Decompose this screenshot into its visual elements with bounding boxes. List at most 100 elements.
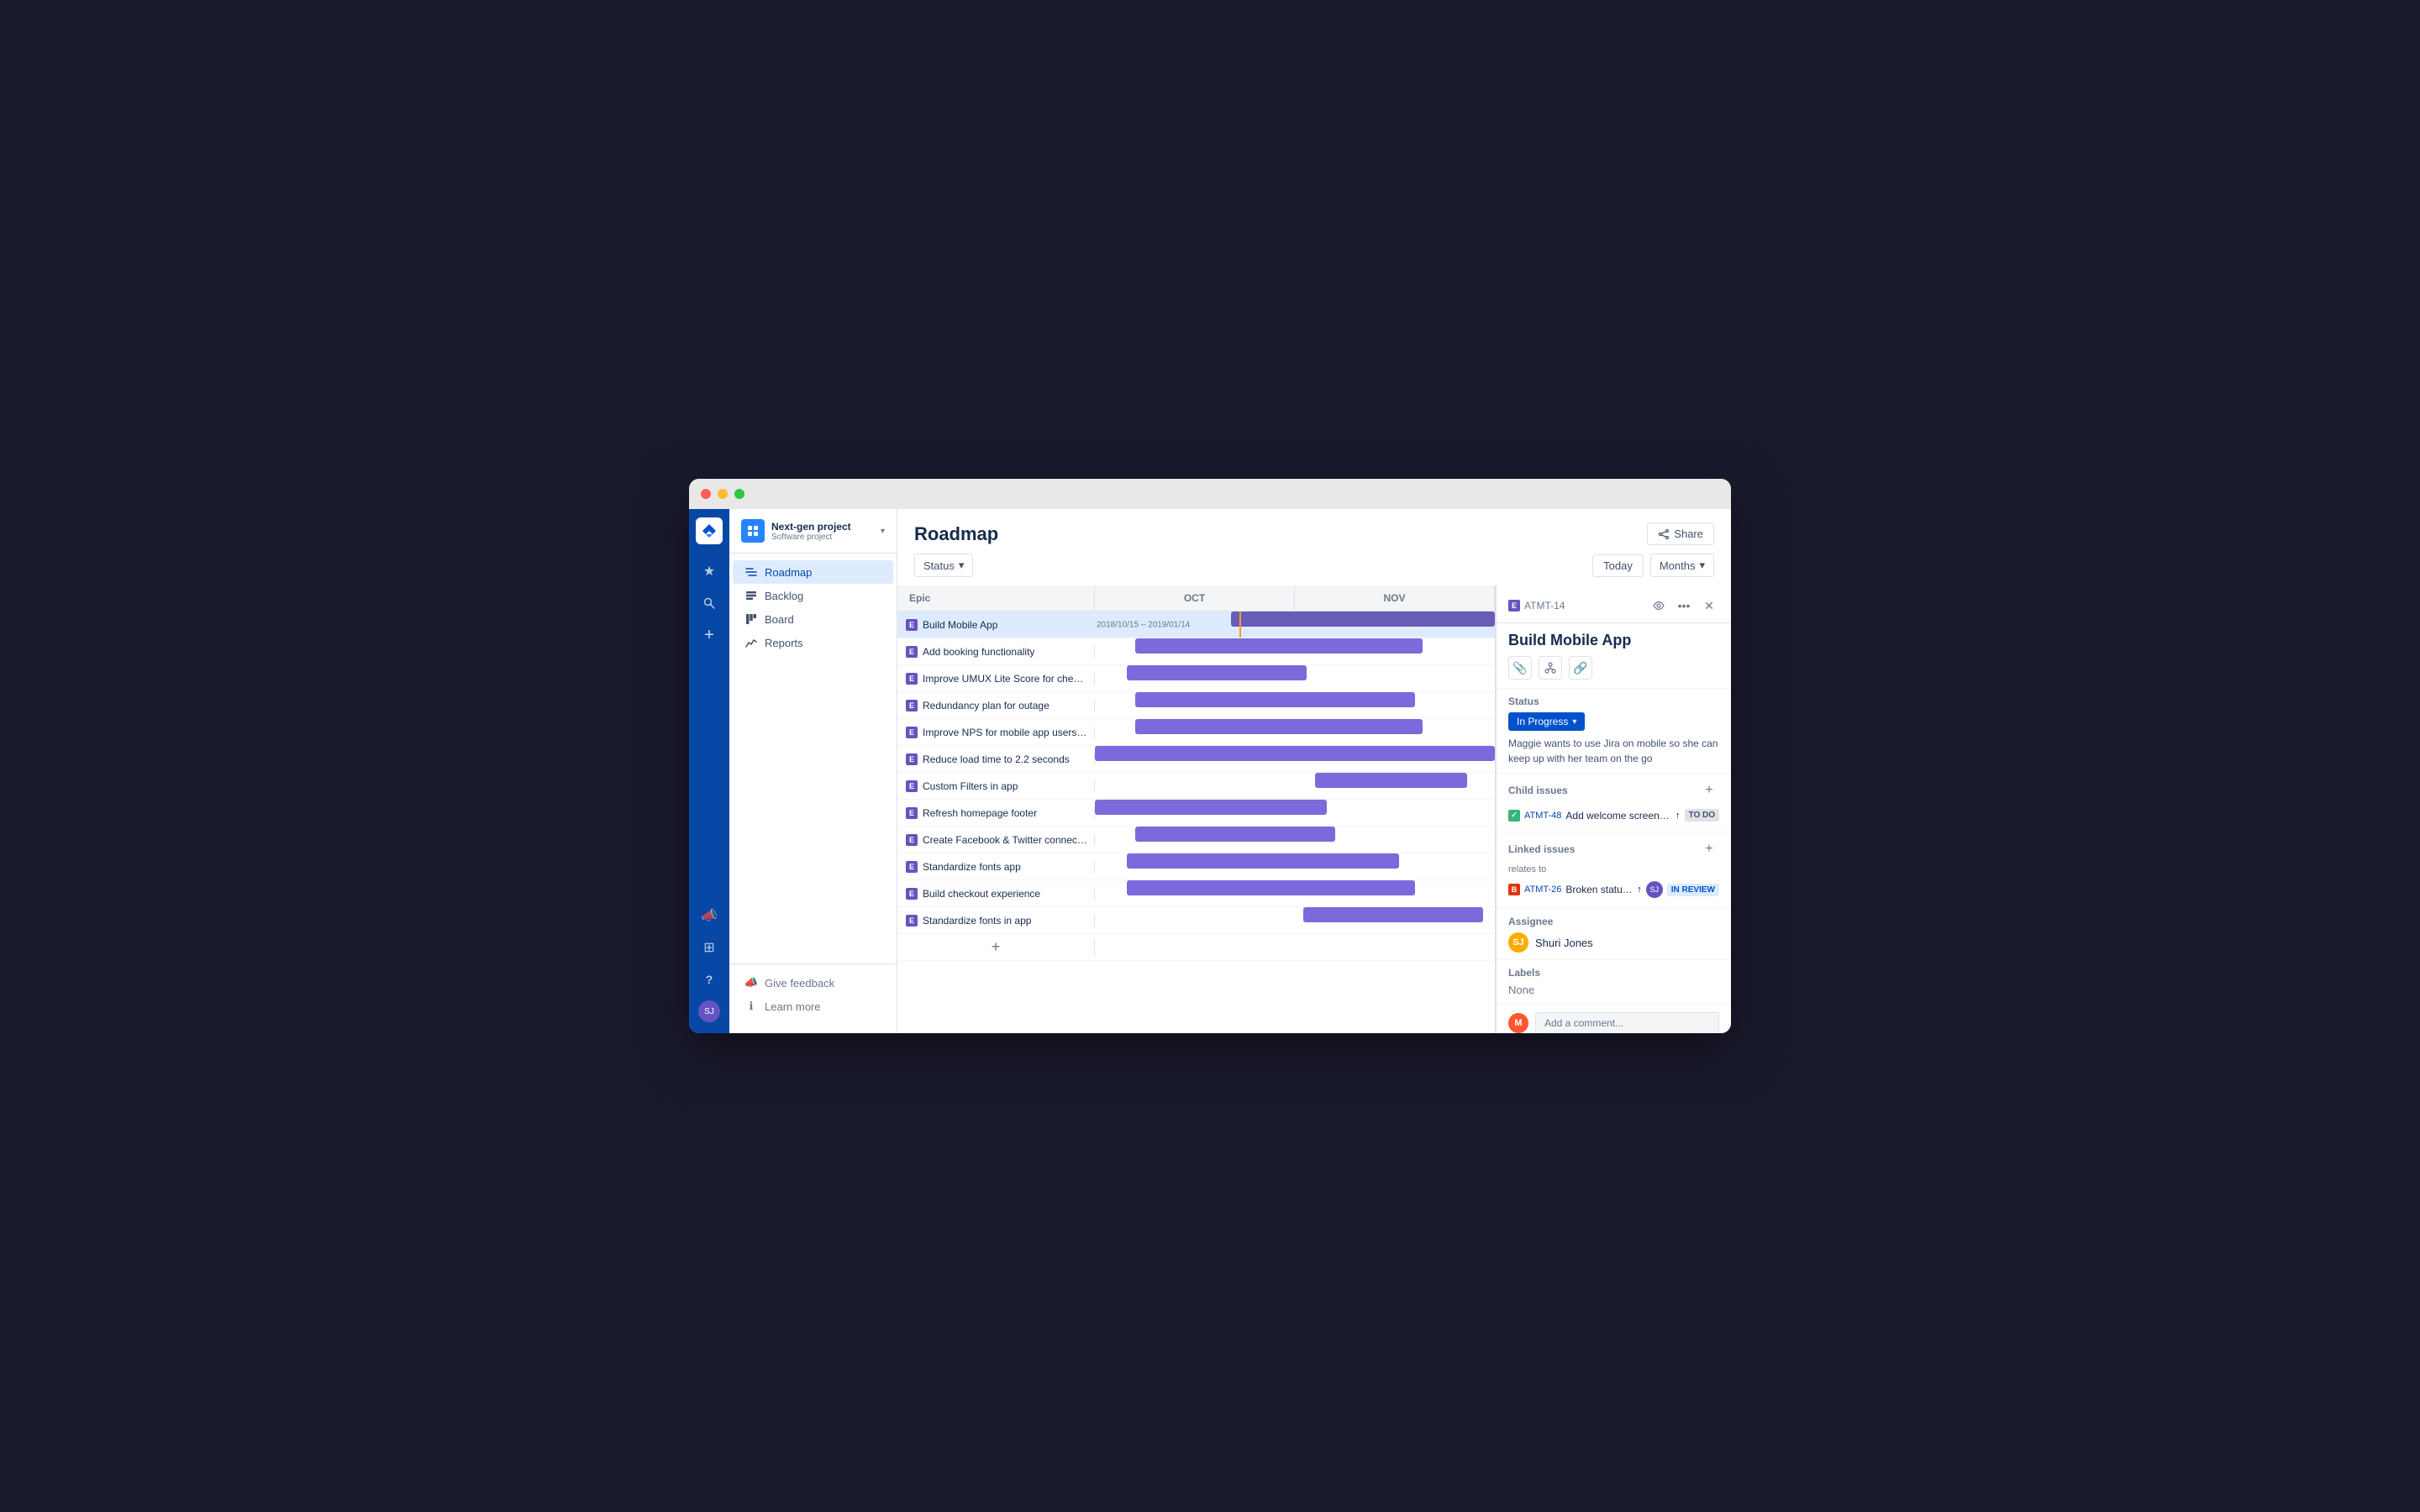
child-create-button[interactable] — [1539, 656, 1562, 680]
gantt-bar[interactable] — [1095, 800, 1327, 815]
more-button[interactable]: ••• — [1674, 596, 1694, 616]
app-logo[interactable] — [696, 517, 723, 544]
add-epic-button[interactable]: + — [987, 939, 1004, 956]
gantt-header: Epic OCT NOV — [897, 585, 1495, 612]
gantt-bar[interactable] — [1315, 773, 1467, 788]
gantt-row[interactable]: ECreate Facebook & Twitter connector — [897, 827, 1495, 853]
linked-issue-item[interactable]: B ATMT-26 Broken status ind... ↑ SJ IN R… — [1508, 878, 1719, 901]
gantt-row[interactable]: EAdd booking functionality — [897, 638, 1495, 665]
sidebar-item-backlog[interactable]: Backlog — [733, 584, 893, 607]
project-type: Software project — [771, 533, 874, 542]
sidebar-item-reports[interactable]: Reports — [733, 631, 893, 654]
toolbar: Status ▾ Today Months ▾ — [897, 545, 1731, 585]
gantt-bar[interactable] — [1135, 719, 1423, 734]
gantt-bar[interactable] — [1127, 853, 1399, 869]
epic-cell[interactable]: EImprove UMUX Lite Score for checko... — [897, 673, 1095, 685]
gantt-bar[interactable] — [1135, 692, 1415, 707]
gantt-bar[interactable] — [1231, 612, 1495, 627]
sidebar-item-feedback[interactable]: 📣 Give feedback — [733, 971, 893, 995]
add-link-button[interactable]: + — [1699, 839, 1719, 859]
epic-cell[interactable]: EBuild checkout experience — [897, 888, 1095, 900]
search-icon[interactable] — [696, 590, 723, 617]
project-header[interactable]: Next-gen project Software project ▾ — [729, 509, 897, 554]
gantt-bar[interactable] — [1303, 907, 1483, 922]
comment-input[interactable]: Add a comment... — [1535, 1012, 1719, 1033]
epic-cell[interactable]: E Standardize fonts in app — [897, 915, 1095, 927]
gantt-row[interactable]: EImprove NPS for mobile app users by ... — [897, 719, 1495, 746]
epic-label: Refresh homepage footer — [923, 807, 1037, 819]
maximize-button[interactable] — [734, 489, 744, 499]
gantt-bar[interactable] — [1127, 665, 1307, 680]
close-detail-button[interactable]: ✕ — [1699, 596, 1719, 616]
epic-cell[interactable]: ECustom Filters in app — [897, 780, 1095, 792]
gantt-row[interactable]: EBuild checkout experience — [897, 880, 1495, 907]
epic-cell[interactable]: EBuild Mobile App — [897, 619, 1095, 631]
months-label: Months — [1660, 559, 1696, 572]
child-issues-section: Child issues + ✓ ATMT-48 Add welcome scr… — [1497, 773, 1731, 832]
board-label: Board — [765, 613, 794, 626]
gantt-row[interactable]: ECustom Filters in app — [897, 773, 1495, 800]
share-button[interactable]: Share — [1647, 522, 1714, 545]
gantt-bar[interactable] — [1135, 827, 1335, 842]
favorites-icon[interactable]: ★ — [696, 558, 723, 585]
roadmap-area: Epic OCT NOV EBuild Mobile App2018/10/15… — [897, 585, 1731, 1033]
timeline-cell — [1095, 719, 1495, 745]
months-button[interactable]: Months ▾ — [1650, 554, 1714, 577]
epic-cell[interactable]: EStandardize fonts app — [897, 861, 1095, 873]
create-icon[interactable]: + — [696, 622, 723, 648]
help-icon[interactable]: ? — [696, 966, 723, 993]
gantt-bar[interactable] — [1127, 880, 1415, 895]
announcements-icon[interactable]: 📣 — [696, 902, 723, 929]
minimize-button[interactable] — [718, 489, 728, 499]
add-epic-row: + — [897, 934, 1495, 961]
close-button[interactable] — [701, 489, 711, 499]
epic-label: Reduce load time to 2.2 seconds — [923, 753, 1070, 765]
gantt-bar[interactable] — [1095, 746, 1495, 761]
sidebar-item-roadmap[interactable]: Roadmap — [733, 560, 893, 584]
gantt-row[interactable]: EBuild Mobile App2018/10/15 – 2019/01/14 — [897, 612, 1495, 638]
epic-label: Standardize fonts in app — [923, 915, 1031, 927]
timeline-cell: 2018/10/15 – 2019/01/14 — [1095, 612, 1495, 638]
comment-avatar: M — [1508, 1013, 1528, 1033]
gantt-row[interactable]: ERefresh homepage footer — [897, 800, 1495, 827]
month-oct: OCT — [1095, 585, 1295, 611]
timeline-cell — [1095, 853, 1495, 879]
gantt-bar[interactable] — [1135, 638, 1423, 654]
epic-label: Improve NPS for mobile app users by ... — [923, 727, 1087, 738]
gantt-row[interactable]: ERedundancy plan for outage — [897, 692, 1495, 719]
gantt-row[interactable]: EImprove UMUX Lite Score for checko... — [897, 665, 1495, 692]
apps-icon[interactable]: ⊞ — [696, 934, 723, 961]
detail-description: Maggie wants to use Jira on mobile so sh… — [1508, 736, 1719, 766]
epic-cell[interactable]: ERedundancy plan for outage — [897, 700, 1095, 711]
epic-cell[interactable]: ERefresh homepage footer — [897, 807, 1095, 819]
gantt-row[interactable]: E Standardize fonts in app — [897, 907, 1495, 934]
sidebar-item-board[interactable]: Board — [733, 607, 893, 631]
attach-button[interactable]: 📎 — [1508, 656, 1532, 680]
profile-icon[interactable]: SJ — [696, 998, 723, 1025]
linked-issue-id: ATMT-26 — [1524, 885, 1561, 895]
epic-type-icon: E — [906, 673, 918, 685]
epic-type-icon: E — [906, 915, 918, 927]
gantt-row[interactable]: E Reduce load time to 2.2 seconds — [897, 746, 1495, 773]
sidebar-item-learn[interactable]: ℹ Learn more — [733, 995, 893, 1018]
status-badge[interactable]: In Progress ▾ — [1508, 712, 1585, 731]
assignee-label: Assignee — [1508, 916, 1719, 927]
add-child-button[interactable]: + — [1699, 780, 1719, 801]
epic-cell[interactable]: EImprove NPS for mobile app users by ... — [897, 727, 1095, 738]
watch-button[interactable] — [1649, 596, 1669, 616]
epic-cell[interactable]: E Reduce load time to 2.2 seconds — [897, 753, 1095, 765]
main-header: Roadmap Share — [897, 509, 1731, 545]
epic-cell[interactable]: ECreate Facebook & Twitter connector — [897, 834, 1095, 846]
epic-type-icon: E — [906, 780, 918, 792]
status-filter-button[interactable]: Status ▾ — [914, 554, 973, 577]
roadmap-label: Roadmap — [765, 566, 812, 579]
gantt-row[interactable]: EStandardize fonts app — [897, 853, 1495, 880]
link-button[interactable]: 🔗 — [1569, 656, 1592, 680]
feedback-icon: 📣 — [744, 976, 758, 990]
today-button[interactable]: Today — [1592, 554, 1644, 577]
epic-type-icon: E — [906, 619, 918, 631]
epic-cell[interactable]: EAdd booking functionality — [897, 646, 1095, 658]
date-label: 2018/10/15 – 2019/01/14 — [1097, 620, 1193, 629]
epic-type-icon: E — [906, 753, 918, 765]
child-issue-item[interactable]: ✓ ATMT-48 Add welcome screen for m... ↑ … — [1508, 806, 1719, 825]
